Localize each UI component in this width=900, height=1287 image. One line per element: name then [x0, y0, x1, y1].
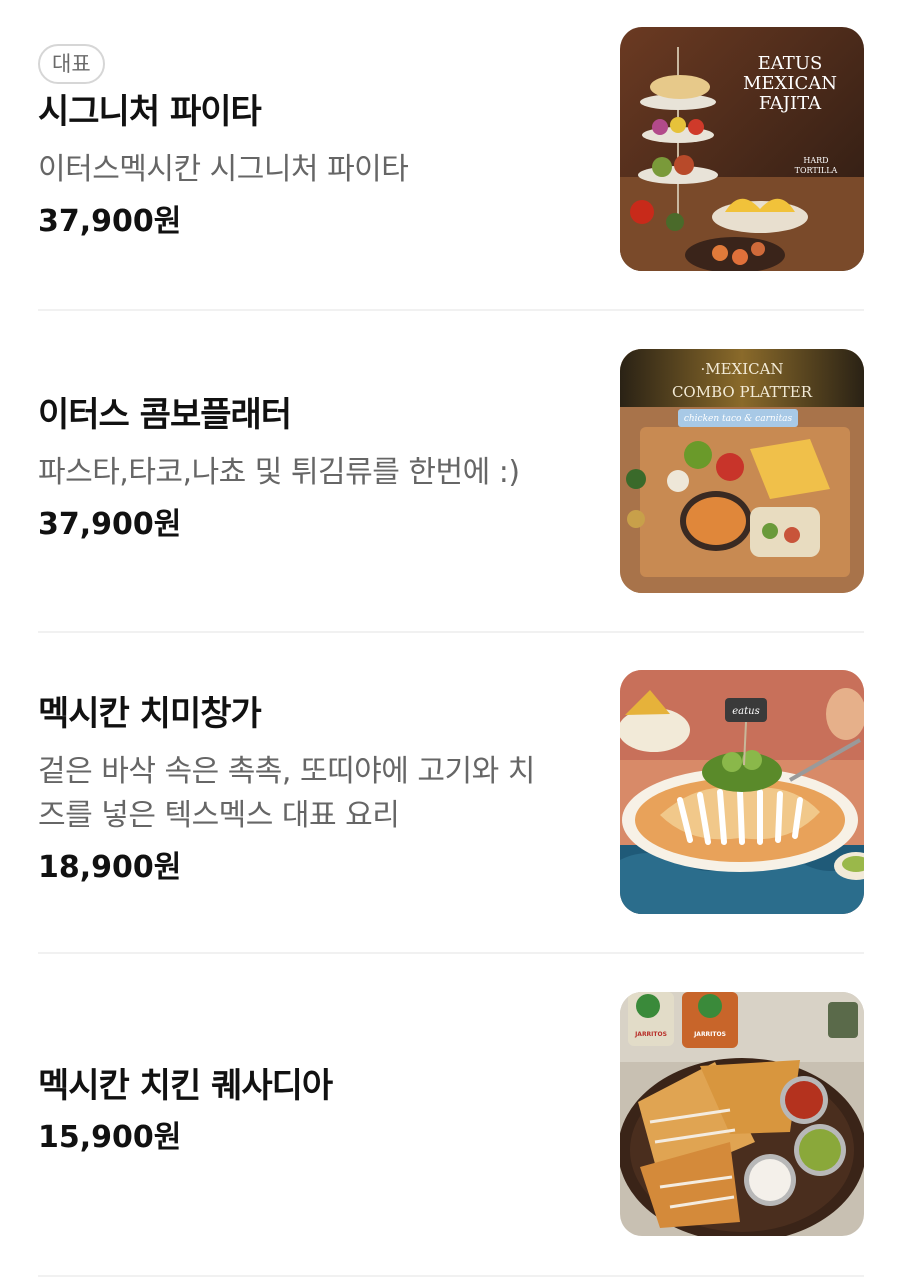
image-text: JARRITOS [693, 1031, 726, 1038]
menu-list: 대표 시그니처 파이타 이터스멕시칸 시그니처 파이타 37,900원 EATU… [0, 0, 900, 1287]
image-text: HARD [803, 156, 828, 165]
item-name: 멕시칸 치미창가 [38, 694, 262, 734]
item-photo-fajita[interactable]: EATUS MEXICAN FAJITA HARD TORTILLA [620, 27, 864, 271]
menu-item-chicken-quesadilla[interactable]: 멕시칸 치킨 퀘사디아 15,900원 JARRITOS JARRITOS [0, 954, 900, 1287]
item-name: 이터스 콤보플래터 [38, 395, 292, 435]
image-text: chicken taco & carnitas [684, 414, 793, 424]
item-price: 37,900원 [38, 507, 182, 542]
item-photo-chimichanga[interactable]: eatus [620, 670, 864, 914]
item-description-line: 즈를 넣은 텍스멕스 대표 요리 [38, 798, 400, 833]
item-price: 37,900원 [38, 204, 182, 239]
menu-item-signature-fajita[interactable]: 대표 시그니처 파이타 이터스멕시칸 시그니처 파이타 37,900원 EATU… [0, 0, 900, 311]
item-photo-quesadilla[interactable]: JARRITOS JARRITOS [620, 992, 864, 1236]
menu-item-text: 멕시칸 치미창가 겉은 바삭 속은 촉촉, 또띠야에 고기와 치 즈를 넣은 텍… [38, 692, 598, 890]
image-text: EATUS [758, 53, 823, 74]
item-photo-combo-platter[interactable]: ·MEXICAN COMBO PLATTER chicken taco & ca… [620, 349, 864, 593]
item-name: 시그니처 파이타 [38, 92, 262, 132]
item-price: 15,900원 [38, 1120, 182, 1155]
item-description: 이터스멕시칸 시그니처 파이타 [38, 152, 409, 187]
menu-item-text: 대표 시그니처 파이타 이터스멕시칸 시그니처 파이타 37,900원 [38, 44, 598, 244]
image-text: eatus [732, 706, 759, 717]
divider [38, 1275, 864, 1277]
menu-item-text: 멕시칸 치킨 퀘사디아 15,900원 [38, 1064, 598, 1160]
menu-item-combo-platter[interactable]: 이터스 콤보플래터 파스타,타코,나쵸 및 튀김류를 한번에 :) 37,900… [0, 311, 900, 633]
item-description-line: 겉은 바삭 속은 촉촉, 또띠야에 고기와 치 [38, 754, 535, 789]
item-price: 18,900원 [38, 850, 182, 885]
image-text: TORTILLA [795, 166, 838, 175]
item-name: 멕시칸 치킨 퀘사디아 [38, 1066, 333, 1106]
image-text: COMBO PLATTER [672, 383, 813, 401]
image-text: ·MEXICAN [700, 360, 783, 378]
image-text: JARRITOS [634, 1031, 667, 1038]
menu-item-chimichanga[interactable]: 멕시칸 치미창가 겉은 바삭 속은 촉촉, 또띠야에 고기와 치 즈를 넣은 텍… [0, 632, 900, 954]
image-text: FAJITA [759, 93, 822, 114]
image-text: MEXICAN [743, 73, 837, 94]
signature-badge: 대표 [38, 44, 105, 84]
item-description: 파스타,타코,나쵸 및 튀김류를 한번에 :) [38, 455, 520, 490]
menu-item-text: 이터스 콤보플래터 파스타,타코,나쵸 및 튀김류를 한번에 :) 37,900… [38, 393, 598, 547]
